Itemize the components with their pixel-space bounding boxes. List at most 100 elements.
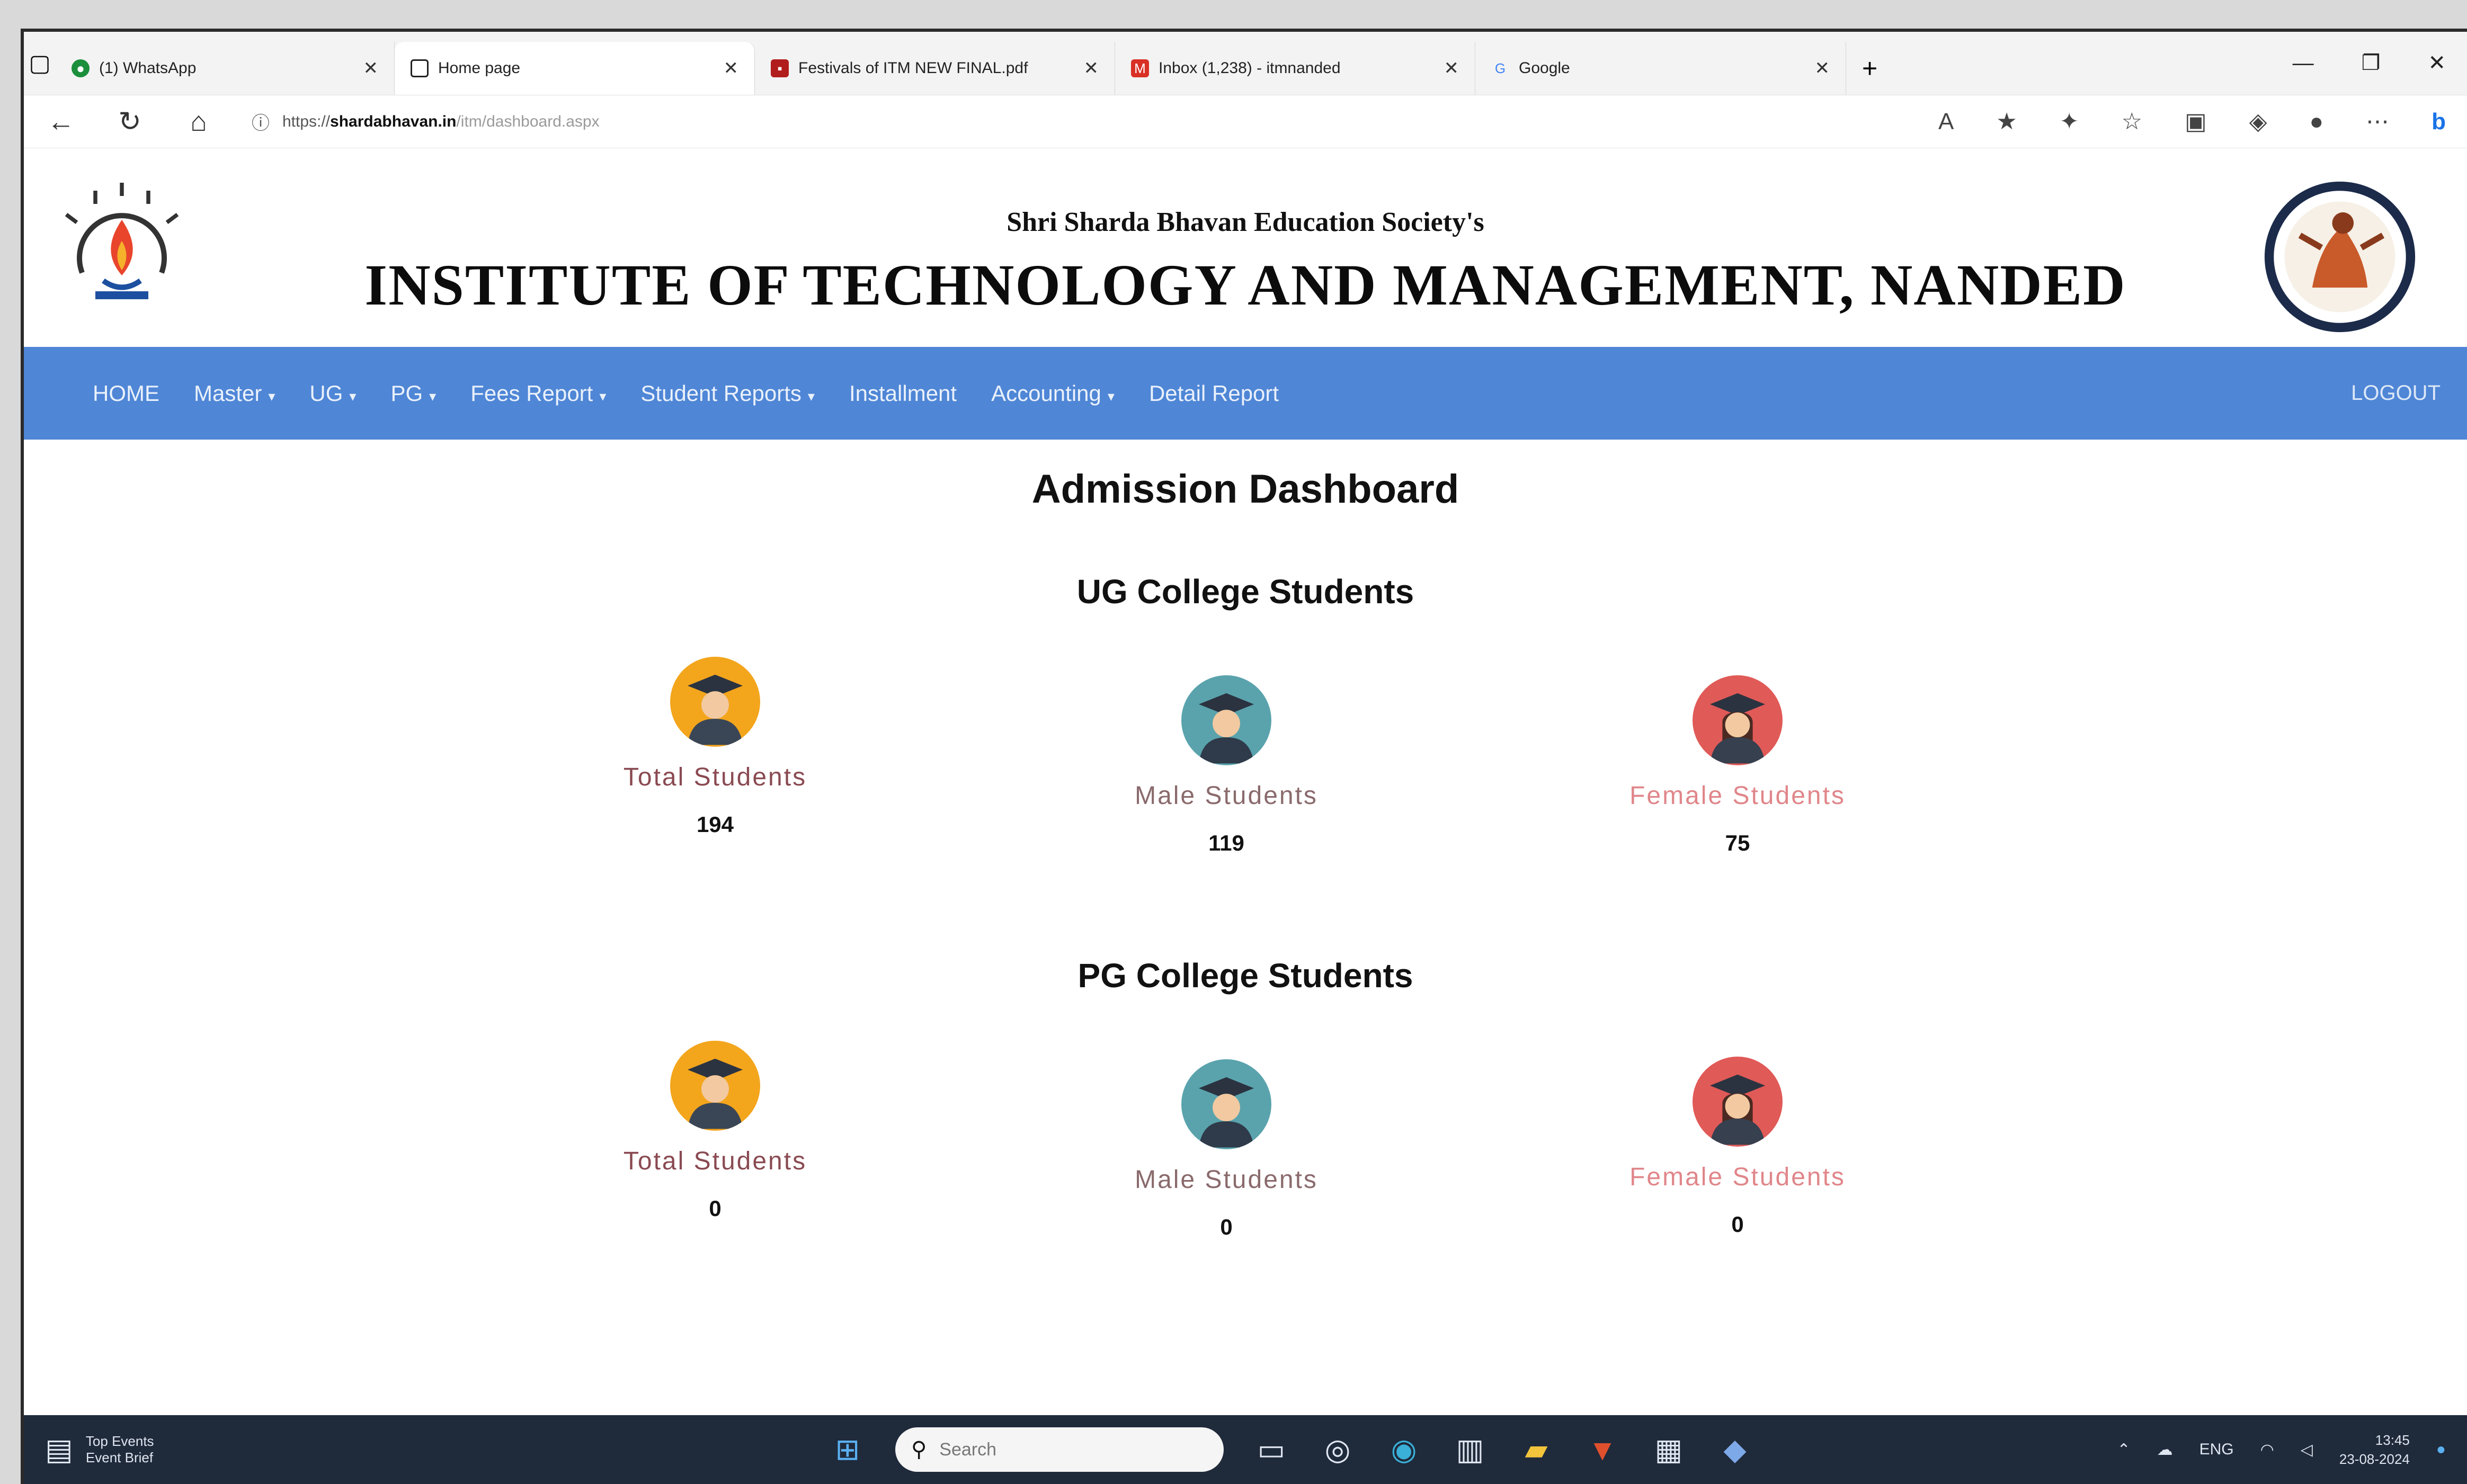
ug-section-title: UG College Students [1076, 573, 1414, 611]
page-title: Admission Dashboard [1031, 467, 1459, 512]
tab-title: Google [1519, 59, 1570, 77]
windows-taskbar: ▤ Top Events Event Brief ⊞ ⚲ Search ▭ ◎ … [24, 1415, 2467, 1484]
home-icon[interactable]: ⌂ [183, 106, 215, 138]
pg-total-count: 0 [709, 1196, 722, 1221]
nav-home[interactable]: HOME [93, 381, 159, 406]
ug-total-label: Total Students [623, 763, 807, 791]
close-tab-icon[interactable]: ✕ [1444, 58, 1459, 79]
extensions-icon[interactable]: ✦ [2060, 108, 2079, 135]
nav-fees-report[interactable]: Fees Report ▾ [470, 381, 606, 406]
logout-link[interactable]: LOGOUT [2351, 381, 2441, 405]
more-icon[interactable]: ⋯ [2366, 108, 2389, 135]
tab-actions-icon[interactable]: ▢ [24, 32, 56, 95]
pdf-icon: ▪ [771, 59, 789, 77]
chevron-up-icon[interactable]: ⌃ [2117, 1441, 2130, 1459]
search-icon: ⚲ [911, 1438, 927, 1461]
tab-title: (1) WhatsApp [99, 59, 197, 77]
ug-female-count: 75 [1725, 830, 1750, 855]
pg-male-label: Male Students [1135, 1166, 1318, 1194]
society-name: Shri Sharda Bhavan Education Society's [1007, 207, 1484, 237]
notepad-icon[interactable]: ▥ [1451, 1432, 1489, 1467]
ug-total-count: 194 [696, 812, 734, 837]
widget-subtitle: Event Brief [85, 1450, 154, 1465]
document-icon[interactable]: ▦ [1650, 1432, 1687, 1467]
cloud-icon[interactable]: ☁ [2157, 1441, 2173, 1459]
ug-total-card: Total Students 194 [530, 657, 901, 837]
tab-pdf[interactable]: ▪ Festivals of ITM NEW FINAL.pdf ✕ [755, 42, 1115, 95]
nav-label: Accounting [991, 380, 1101, 406]
nav-master[interactable]: Master ▾ [194, 381, 275, 406]
nav-accounting[interactable]: Accounting ▾ [991, 381, 1115, 406]
nav-label: UG [309, 380, 343, 406]
file-explorer-icon[interactable]: ▰ [1518, 1432, 1555, 1467]
graduate-icon [670, 1041, 760, 1131]
back-icon[interactable]: ← [45, 106, 77, 138]
taskbar-apps: ⊞ ⚲ Search ▭ ◎ ◉ ▥ ▰ ▼ ▦ ◆ [829, 1427, 1753, 1472]
url-field[interactable]: ⓘ https://shardabhavan.in/itm/dashboard.… [252, 109, 993, 135]
url-host: shardabhavan.in [330, 112, 457, 130]
nav-student-reports[interactable]: Student Reports ▾ [640, 381, 815, 406]
copilot-icon[interactable]: b [2432, 109, 2446, 135]
widgets-button[interactable]: ▤ Top Events Event Brief [45, 1432, 363, 1467]
maximize-icon[interactable]: ❐ [2362, 51, 2381, 75]
language-indicator[interactable]: ENG [2199, 1441, 2234, 1459]
close-tab-icon[interactable]: ✕ [1084, 58, 1099, 79]
pg-female-count: 0 [1731, 1212, 1744, 1237]
window-controls: — ❐ ✕ [2293, 32, 2467, 95]
minimize-icon[interactable]: — [2293, 51, 2314, 75]
profile-icon[interactable]: ● [2310, 109, 2324, 135]
url-prefix: https:// [282, 112, 331, 130]
graduate-icon [670, 657, 760, 747]
wifi-icon[interactable]: ◠ [2260, 1441, 2274, 1459]
emblem-icon [2264, 181, 2416, 333]
nav-installment[interactable]: Installment [849, 381, 957, 406]
taskbar-search[interactable]: ⚲ Search [895, 1427, 1224, 1472]
close-tab-icon[interactable]: ✕ [1815, 58, 1830, 79]
close-tab-icon[interactable]: ✕ [363, 58, 379, 79]
notification-icon[interactable]: ● [2436, 1441, 2446, 1459]
shield-icon[interactable]: ◈ [2249, 108, 2267, 135]
close-tab-icon[interactable]: ✕ [724, 58, 739, 79]
pg-section-title: PG College Students [1077, 956, 1413, 995]
read-aloud-icon[interactable]: A [1938, 109, 1954, 135]
pg-total-label: Total Students [623, 1147, 807, 1175]
nav-label: Installment [849, 380, 957, 406]
chat-icon[interactable]: ◎ [1319, 1432, 1356, 1467]
nav-label: Detail Report [1148, 380, 1279, 406]
tab-title: Home page [438, 59, 521, 77]
tab-whatsapp[interactable]: ● (1) WhatsApp ✕ [56, 42, 395, 95]
collections-icon[interactable]: ▣ [2185, 108, 2207, 135]
nav-label: Fees Report [470, 380, 593, 406]
new-tab-button[interactable]: + [1846, 42, 1893, 95]
nav-detail-report[interactable]: Detail Report [1149, 381, 1279, 406]
favorites-icon[interactable]: ☆ [2122, 108, 2142, 135]
ug-male-count: 119 [1208, 830, 1244, 855]
close-window-icon[interactable]: ✕ [2428, 51, 2446, 75]
refresh-icon[interactable]: ↻ [114, 106, 146, 138]
edge-icon[interactable]: ◉ [1385, 1432, 1422, 1467]
nav-pg[interactable]: PG ▾ [390, 381, 436, 406]
address-bar-row: ← ↻ ⌂ ⓘ https://shardabhavan.in/itm/dash… [24, 95, 2467, 148]
nav-ug[interactable]: UG ▾ [309, 381, 356, 406]
teams-icon[interactable]: ◆ [1716, 1432, 1753, 1467]
main-navbar: HOME Master ▾ UG ▾ PG ▾ Fees Report ▾ Studen… [24, 347, 2467, 440]
tab-gmail[interactable]: M Inbox (1,238) - itmnanded ✕ [1115, 42, 1475, 95]
tab-google[interactable]: G Google ✕ [1475, 42, 1846, 95]
chevron-down-icon: ▾ [268, 388, 275, 404]
page-icon [411, 59, 429, 77]
start-icon[interactable]: ⊞ [829, 1432, 866, 1467]
tab-title: Inbox (1,238) - itmnanded [1159, 59, 1341, 77]
brave-icon[interactable]: ▼ [1584, 1433, 1621, 1467]
google-icon: G [1494, 60, 1506, 76]
info-icon[interactable]: ⓘ [252, 109, 270, 135]
nav-label: PG [390, 380, 423, 406]
male-graduate-icon [1181, 1059, 1271, 1149]
speaker-icon[interactable]: ◁ [2301, 1441, 2313, 1459]
task-view-icon[interactable]: ▭ [1253, 1432, 1290, 1467]
clock[interactable]: 13:45 23-08-2024 [2339, 1431, 2410, 1469]
chevron-down-icon: ▾ [599, 388, 607, 404]
star-icon[interactable]: ★ [1996, 108, 2017, 135]
pg-female-label: Female Students [1629, 1163, 1846, 1191]
chevron-down-icon: ▾ [429, 388, 437, 404]
tab-home-page[interactable]: Home page ✕ [395, 42, 755, 95]
